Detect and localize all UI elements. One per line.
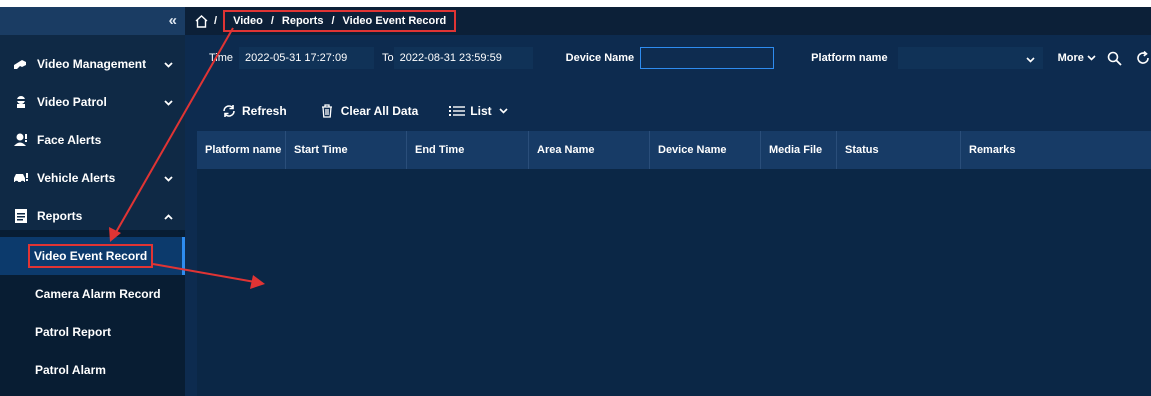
sidebar-subitem-camera-alarm-record[interactable]: Camera Alarm Record — [0, 275, 185, 313]
chevron-down-icon — [164, 95, 173, 109]
refresh-icon — [222, 104, 236, 118]
table-toolbar: Refresh Clear All Data List — [185, 95, 1151, 127]
chevron-down-icon — [499, 108, 508, 114]
list-icon — [449, 105, 466, 117]
list-label: List — [470, 104, 492, 118]
table-header: Platform name Start Time End Time Area N… — [197, 131, 1151, 169]
column-header-start-time[interactable]: Start Time — [286, 131, 407, 169]
sidebar-item-label: Vehicle Alerts — [37, 171, 116, 185]
sidebar-subitem-label: Video Event Record — [34, 249, 148, 263]
sidebar-item-label: Face Alerts — [37, 133, 102, 147]
column-header-media-file[interactable]: Media File — [761, 131, 837, 169]
patrol-icon — [13, 95, 29, 109]
refresh-label: Refresh — [242, 104, 287, 118]
chevron-down-icon — [1026, 54, 1035, 66]
more-label: More — [1057, 52, 1084, 64]
sidebar-subitem-label: Patrol Report — [35, 325, 112, 339]
platform-name-select[interactable] — [897, 47, 1043, 69]
column-header-area-name[interactable]: Area Name — [529, 131, 650, 169]
sidebar-item-label: Video Management — [37, 57, 147, 71]
filter-bar: Time 2022-05-31 17:27:09 To 2022-08-31 2… — [185, 43, 1151, 73]
top-bar: / Video / Reports / Video Event Record — [185, 7, 1151, 35]
device-name-label: Device Name — [565, 52, 635, 64]
breadcrumb-separator: / — [214, 15, 218, 27]
sidebar-subitem-patrol-alarm[interactable]: Patrol Alarm — [0, 351, 185, 389]
sidebar-item-video-patrol[interactable]: Video Patrol — [0, 83, 185, 121]
column-header-end-time[interactable]: End Time — [407, 131, 529, 169]
vehicle-alert-icon — [13, 171, 29, 185]
column-header-remarks[interactable]: Remarks — [961, 131, 1151, 169]
breadcrumb-separator: / — [331, 15, 335, 27]
reports-submenu: Video Event Record Camera Alarm Record P… — [0, 230, 185, 396]
breadcrumb: Video / Reports / Video Event Record — [223, 10, 457, 32]
start-time-value: 2022-05-31 17:27:09 — [245, 52, 348, 64]
end-time-value: 2022-08-31 23:59:59 — [399, 52, 502, 64]
to-label: To — [382, 52, 394, 64]
sidebar-item-face-alerts[interactable]: Face Alerts — [0, 121, 185, 159]
trash-icon — [321, 104, 333, 118]
device-name-input[interactable] — [640, 47, 775, 69]
list-view-dropdown[interactable]: List — [449, 104, 508, 118]
breadcrumb-video[interactable]: Video — [233, 15, 263, 27]
app-window: « Video Management Video Patrol Face Ale… — [0, 7, 1151, 396]
sidebar-subitem-label: Camera Alarm Record — [35, 287, 161, 301]
face-alert-icon — [13, 133, 29, 147]
sidebar-subitem-label: Patrol Alarm — [35, 363, 106, 377]
clear-all-data-button[interactable]: Clear All Data — [321, 104, 419, 118]
chevron-up-icon — [164, 209, 173, 223]
chevron-down-icon — [1087, 52, 1096, 64]
search-icon[interactable] — [1107, 51, 1122, 66]
breadcrumb-reports[interactable]: Reports — [282, 15, 324, 27]
chevron-down-icon — [164, 171, 173, 185]
sidebar-item-label: Reports — [37, 209, 83, 223]
home-icon[interactable] — [195, 14, 208, 28]
main-content: / Video / Reports / Video Event Record T… — [185, 7, 1151, 396]
start-time-input[interactable]: 2022-05-31 17:27:09 — [239, 47, 375, 69]
refresh-button[interactable]: Refresh — [222, 104, 287, 118]
document-icon — [13, 209, 29, 223]
time-label: Time — [209, 52, 234, 64]
sidebar-item-video-management[interactable]: Video Management — [0, 45, 185, 83]
column-header-status[interactable]: Status — [837, 131, 961, 169]
chevron-down-icon — [164, 57, 173, 71]
column-header-platform-name[interactable]: Platform name — [197, 131, 286, 169]
more-filters-button[interactable]: More — [1058, 52, 1096, 64]
column-header-device-name[interactable]: Device Name — [650, 131, 761, 169]
platform-name-label: Platform name — [811, 52, 888, 64]
camera-icon — [13, 57, 29, 71]
table-body — [197, 169, 1151, 396]
clear-all-data-label: Clear All Data — [340, 104, 419, 118]
sidebar-subitem-video-event-record[interactable]: Video Event Record — [0, 237, 185, 275]
sidebar-subitem-patrol-report[interactable]: Patrol Report — [0, 313, 185, 351]
sidebar: « Video Management Video Patrol Face Ale… — [0, 7, 185, 396]
highlight-box: Video Event Record — [28, 244, 154, 268]
reset-icon[interactable] — [1136, 51, 1150, 65]
sidebar-item-label: Video Patrol — [37, 95, 107, 109]
sidebar-item-vehicle-alerts[interactable]: Vehicle Alerts — [0, 159, 185, 197]
breadcrumb-separator: / — [270, 15, 274, 27]
double-chevron-left-icon: « — [168, 12, 177, 29]
sidebar-collapse-button[interactable]: « — [0, 7, 185, 35]
end-time-input[interactable]: 2022-08-31 23:59:59 — [393, 47, 533, 69]
breadcrumb-video-event-record: Video Event Record — [342, 15, 447, 27]
